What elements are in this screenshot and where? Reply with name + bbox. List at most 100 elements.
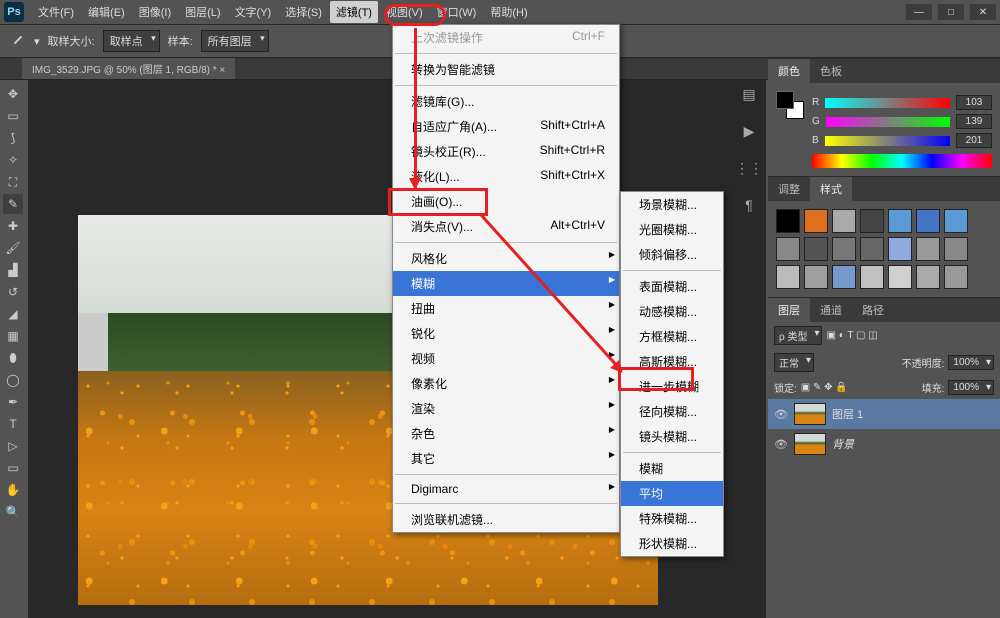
opacity-select[interactable]: 100% bbox=[948, 355, 994, 370]
menu-item[interactable]: 风格化 bbox=[393, 246, 619, 271]
menu-select[interactable]: 选择(S) bbox=[279, 1, 328, 23]
blur-item[interactable]: 形状模糊... bbox=[621, 531, 723, 556]
fg-bg-color[interactable] bbox=[776, 91, 804, 119]
menu-item[interactable]: 滤镜库(G)... bbox=[393, 89, 619, 114]
menu-item-last-filter[interactable]: 上次滤镜操作Ctrl+F bbox=[393, 25, 619, 50]
close-button[interactable]: ✕ bbox=[970, 4, 996, 20]
history-brush-tool[interactable]: ↺ bbox=[3, 282, 23, 302]
menu-layer[interactable]: 图层(L) bbox=[179, 1, 226, 23]
blur-item[interactable]: 镜头模糊... bbox=[621, 424, 723, 449]
b-slider[interactable] bbox=[825, 136, 950, 146]
swatch[interactable] bbox=[916, 209, 940, 233]
maximize-button[interactable]: □ bbox=[938, 4, 964, 20]
blur-item[interactable]: 平均 bbox=[621, 481, 723, 506]
swatch[interactable] bbox=[832, 237, 856, 261]
layer-row[interactable]: 👁 图层 1 bbox=[768, 399, 1000, 429]
layers-tab[interactable]: 图层 bbox=[768, 298, 810, 322]
eyedropper-icon[interactable] bbox=[10, 33, 26, 49]
menu-item[interactable]: Digimarc bbox=[393, 478, 619, 500]
adjust-tab[interactable]: 调整 bbox=[768, 177, 810, 201]
menu-item[interactable]: 扭曲 bbox=[393, 296, 619, 321]
menu-image[interactable]: 图像(I) bbox=[133, 1, 177, 23]
menu-edit[interactable]: 编辑(E) bbox=[82, 1, 131, 23]
menu-item[interactable]: 视频 bbox=[393, 346, 619, 371]
swatch[interactable] bbox=[916, 237, 940, 261]
lasso-tool[interactable]: ⟆ bbox=[3, 128, 23, 148]
layer-kind-select[interactable]: ρ 类型 bbox=[774, 326, 822, 345]
brushes-icon[interactable]: ⋮⋮ bbox=[735, 160, 763, 177]
g-value[interactable]: 139 bbox=[956, 114, 992, 129]
menu-item[interactable]: 液化(L)...Shift+Ctrl+X bbox=[393, 164, 619, 189]
wand-tool[interactable]: ✧ bbox=[3, 150, 23, 170]
blur-item[interactable]: 动感模糊... bbox=[621, 299, 723, 324]
zoom-tool[interactable]: 🔍 bbox=[3, 502, 23, 522]
swatch[interactable] bbox=[804, 237, 828, 261]
swatch[interactable] bbox=[776, 265, 800, 289]
menu-item[interactable]: 镜头校正(R)...Shift+Ctrl+R bbox=[393, 139, 619, 164]
menu-item-blur[interactable]: 模糊 bbox=[393, 271, 619, 296]
eyedropper-tool[interactable]: ✎ bbox=[3, 194, 23, 214]
blur-item[interactable]: 场景模糊... bbox=[621, 192, 723, 217]
visibility-icon[interactable]: 👁 bbox=[774, 438, 788, 451]
minimize-button[interactable]: — bbox=[906, 4, 932, 20]
document-tab[interactable]: IMG_3529.JPG @ 50% (图层 1, RGB/8) * × bbox=[22, 58, 235, 79]
menu-item[interactable]: 其它 bbox=[393, 446, 619, 471]
b-value[interactable]: 201 bbox=[956, 133, 992, 148]
character-icon[interactable]: ¶ bbox=[745, 197, 753, 213]
swatch[interactable] bbox=[888, 237, 912, 261]
move-tool[interactable]: ✥ bbox=[3, 84, 23, 104]
styles-tab[interactable]: 样式 bbox=[810, 177, 852, 201]
crop-tool[interactable]: ⛶ bbox=[3, 172, 23, 192]
sample-target-select[interactable]: 所有图层 bbox=[201, 30, 269, 52]
swatch[interactable] bbox=[888, 209, 912, 233]
swatch[interactable] bbox=[860, 209, 884, 233]
spectrum[interactable] bbox=[812, 154, 992, 168]
menu-item[interactable]: 像素化 bbox=[393, 371, 619, 396]
play-icon[interactable]: ▶ bbox=[744, 123, 755, 140]
menu-type[interactable]: 文字(Y) bbox=[229, 1, 278, 23]
r-value[interactable]: 103 bbox=[956, 95, 992, 110]
fill-select[interactable]: 100% bbox=[948, 380, 994, 395]
gradient-tool[interactable]: ▦ bbox=[3, 326, 23, 346]
visibility-icon[interactable]: 👁 bbox=[774, 408, 788, 421]
g-slider[interactable] bbox=[826, 117, 950, 127]
stamp-tool[interactable]: ▟ bbox=[3, 260, 23, 280]
color-tab[interactable]: 颜色 bbox=[768, 59, 810, 83]
menu-item[interactable]: 杂色 bbox=[393, 421, 619, 446]
swatch[interactable] bbox=[832, 265, 856, 289]
swatch[interactable] bbox=[804, 265, 828, 289]
blur-tool[interactable]: ⬮ bbox=[3, 348, 23, 368]
swatch[interactable] bbox=[944, 209, 968, 233]
menu-help[interactable]: 帮助(H) bbox=[484, 1, 533, 23]
blur-item[interactable]: 特殊模糊... bbox=[621, 506, 723, 531]
swatch[interactable] bbox=[776, 209, 800, 233]
menu-filter[interactable]: 滤镜(T) bbox=[330, 1, 378, 23]
marquee-tool[interactable]: ▭ bbox=[3, 106, 23, 126]
swatch[interactable] bbox=[916, 265, 940, 289]
swatch[interactable] bbox=[804, 209, 828, 233]
dodge-tool[interactable]: ◯ bbox=[3, 370, 23, 390]
history-icon[interactable]: ▤ bbox=[742, 86, 755, 103]
menu-item[interactable]: 渲染 bbox=[393, 396, 619, 421]
shape-tool[interactable]: ▭ bbox=[3, 458, 23, 478]
menu-item[interactable]: 自适应广角(A)...Shift+Ctrl+A bbox=[393, 114, 619, 139]
eraser-tool[interactable]: ◢ bbox=[3, 304, 23, 324]
menu-item[interactable]: 消失点(V)...Alt+Ctrl+V bbox=[393, 214, 619, 239]
menu-item[interactable]: 浏览联机滤镜... bbox=[393, 507, 619, 532]
swatch[interactable] bbox=[888, 265, 912, 289]
blur-item[interactable]: 模糊 bbox=[621, 456, 723, 481]
paths-tab[interactable]: 路径 bbox=[852, 298, 894, 322]
blend-mode-select[interactable]: 正常 bbox=[774, 353, 814, 372]
swatch[interactable] bbox=[776, 237, 800, 261]
blur-item[interactable]: 表面模糊... bbox=[621, 274, 723, 299]
r-slider[interactable] bbox=[825, 98, 950, 108]
channels-tab[interactable]: 通道 bbox=[810, 298, 852, 322]
brush-tool[interactable]: 🖌 bbox=[3, 238, 23, 258]
path-tool[interactable]: ▷ bbox=[3, 436, 23, 456]
type-tool[interactable]: T bbox=[3, 414, 23, 434]
swatch[interactable] bbox=[860, 265, 884, 289]
hand-tool[interactable]: ✋ bbox=[3, 480, 23, 500]
blur-item[interactable]: 径向模糊... bbox=[621, 399, 723, 424]
sample-size-select[interactable]: 取样点 bbox=[103, 30, 160, 52]
swatch[interactable] bbox=[832, 209, 856, 233]
